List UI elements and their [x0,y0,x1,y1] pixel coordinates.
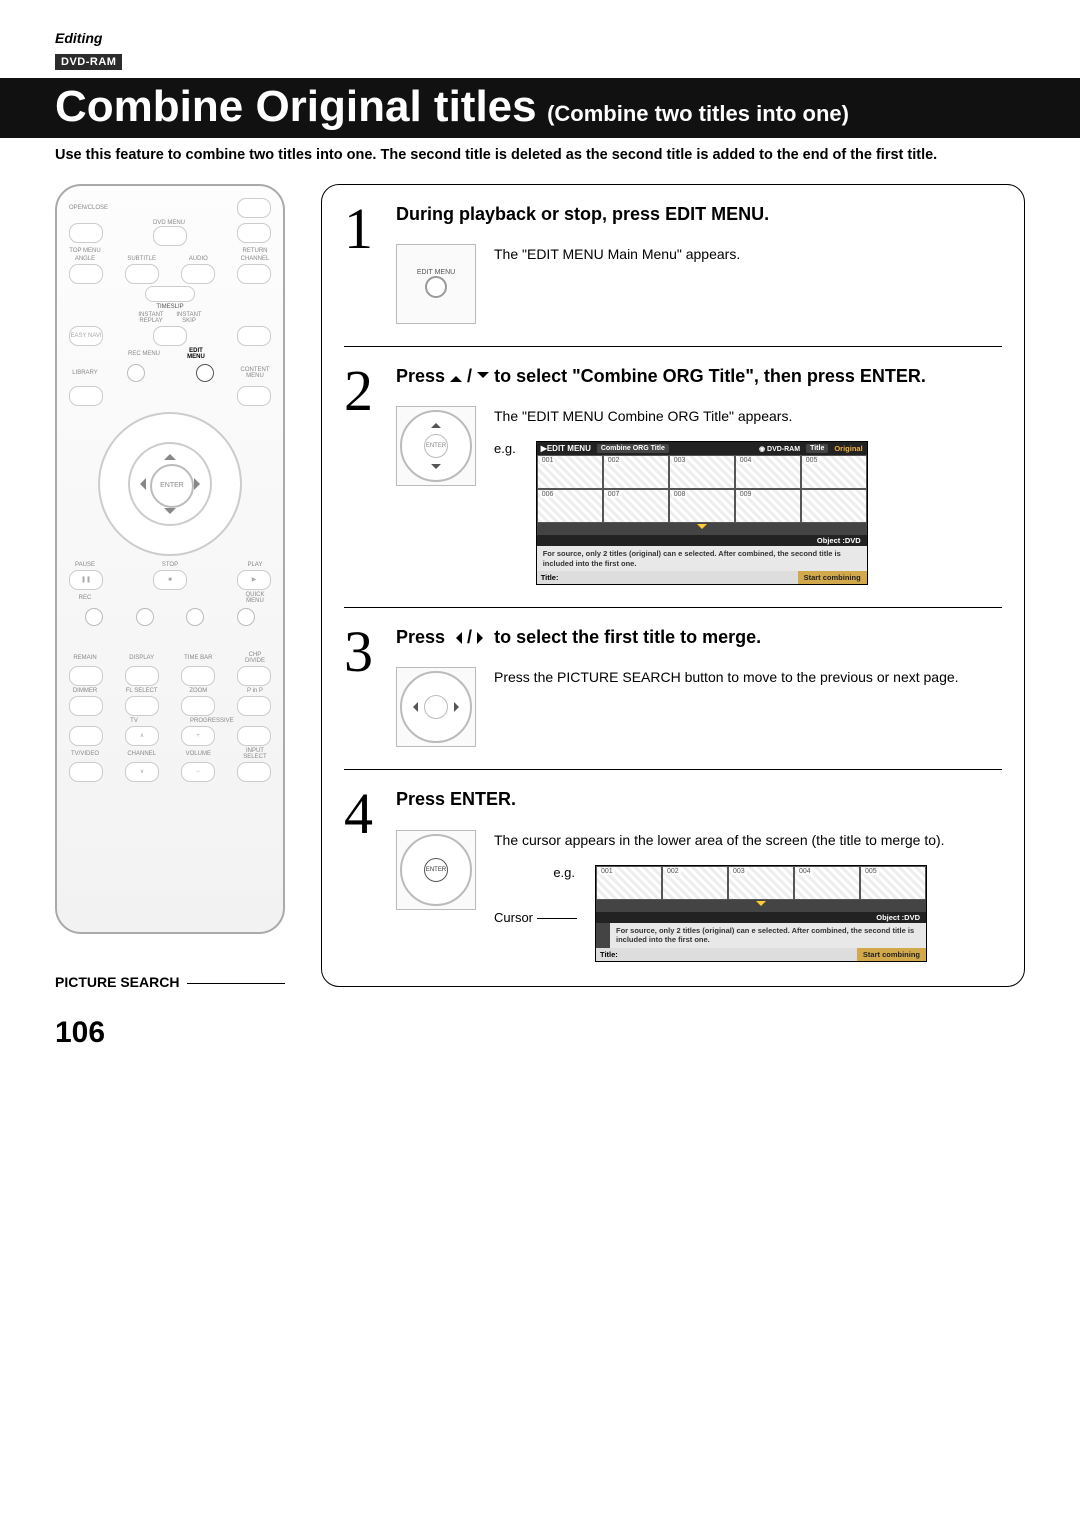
remote-dpad: ENTER [98,412,242,556]
picture-search-label: PICTURE SEARCH [55,974,179,990]
step-desc: The "EDIT MENU Main Menu" appears. [494,244,740,265]
step-title: Press / to select the first title to mer… [396,626,1002,649]
edit-menu-button-illustration: EDIT MENU [396,244,476,324]
screen-example-1: ▶EDIT MENU Combine ORG Title ◉ DVD-RAM T… [536,441,868,585]
step-desc: The "EDIT MENU Combine ORG Title" appear… [494,406,1002,427]
timeslip-button [145,286,195,302]
step-4: 4 Press ENTER. ENTER The cursor appears … [344,769,1002,961]
dpad-updown-illustration: ENTER [396,406,476,486]
title-bar: Combine Original titles (Combine two tit… [0,78,1080,138]
down-arrow-icon [477,372,489,384]
step-desc: The cursor appears in the lower area of … [494,830,1002,851]
intro-text: Use this feature to combine two titles i… [55,146,1025,166]
step-title: Press ENTER. [396,788,1002,811]
step-desc: Press the PICTURE SEARCH button to move … [494,667,959,688]
step-number: 3 [344,626,380,747]
cursor-label: Cursor [494,910,581,925]
dpad-leftright-illustration [396,667,476,747]
screen-example-2: 001 002 003 004 005 Object :DVD [595,865,927,962]
step-2: 2 Press / to select "Combine ORG Title",… [344,346,1002,585]
right-arrow-icon [477,632,489,644]
left-arrow-icon [450,632,462,644]
eg-label: e.g. [553,865,575,880]
eg-label: e.g. [494,441,516,456]
dpad-enter-illustration: ENTER [396,830,476,910]
step-title: During playback or stop, press EDIT MENU… [396,203,1002,226]
step-number: 2 [344,365,380,585]
title-sub: (Combine two titles into one) [547,101,849,126]
section-label: Editing [55,30,1025,46]
step-number: 1 [344,203,380,324]
dvd-ram-badge: DVD-RAM [55,54,122,70]
step-title: Press / to select "Combine ORG Title", t… [396,365,1002,388]
title-main: Combine Original titles [55,82,537,131]
step-1: 1 During playback or stop, press EDIT ME… [344,203,1002,324]
up-arrow-icon [450,370,462,382]
picture-search-callout: PICTURE SEARCH [55,974,285,990]
step-3: 3 Press / to select the first title to m… [344,607,1002,747]
remote-control-illustration: OPEN/CLOSE DVD MENU TOP MENU RETURN ANGL… [55,184,285,934]
steps-panel: 1 During playback or stop, press EDIT ME… [321,184,1025,987]
page-number: 106 [55,1016,1025,1050]
step-number: 4 [344,788,380,961]
